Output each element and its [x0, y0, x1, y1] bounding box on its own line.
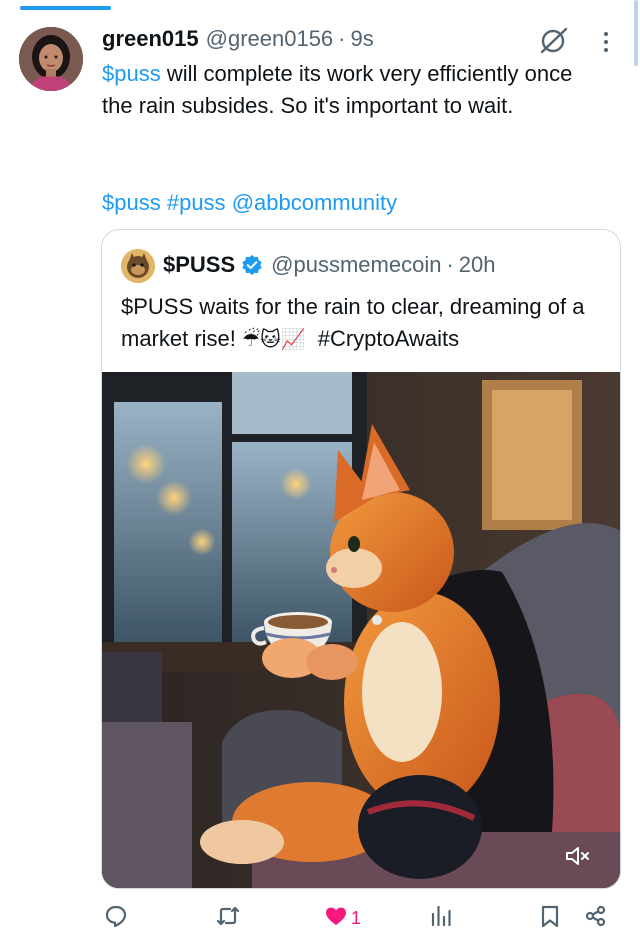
like-count: 1 [351, 907, 362, 928]
cashtag-link[interactable]: $puss [102, 190, 161, 215]
verified-badge-icon [241, 254, 263, 276]
tab-indicator [20, 6, 111, 10]
bookmark-icon [538, 904, 562, 933]
reply-icon [104, 904, 128, 933]
heart-icon [324, 904, 348, 933]
more-vertical-icon[interactable] [596, 30, 616, 54]
share-button[interactable] [584, 900, 608, 936]
quoted-emojis: ☔🐱📈 [242, 327, 306, 351]
post-timestamp[interactable]: 9s [351, 26, 374, 52]
reply-button[interactable] [104, 900, 128, 936]
post-tags: $puss #puss @abbcommunity [102, 187, 397, 219]
grok-icon[interactable] [538, 26, 570, 54]
mute-icon[interactable] [564, 844, 592, 868]
quoted-display-name[interactable]: $PUSS [163, 252, 235, 278]
repost-icon [216, 904, 240, 933]
hashtag-link[interactable]: #puss [167, 190, 226, 215]
quoted-header: $PUSS @pussmemecoin · 20h [163, 250, 496, 280]
separator-dot: · [446, 252, 454, 277]
like-button[interactable]: 1 [324, 900, 361, 936]
post-text: $puss will complete its work very effici… [102, 58, 602, 122]
mention-link[interactable]: @abbcommunity [232, 190, 397, 215]
quoted-handle[interactable]: @pussmemecoin [271, 252, 441, 278]
quoted-timestamp[interactable]: 20h [459, 252, 496, 278]
views-button[interactable] [429, 900, 453, 936]
author-display-name[interactable]: green015 [102, 26, 199, 52]
bookmark-button[interactable] [538, 900, 562, 936]
action-bar: 1 [0, 900, 640, 936]
views-icon [429, 904, 453, 933]
post-header: green015 @green0156 · 9s [102, 26, 374, 56]
avatar[interactable] [19, 27, 83, 91]
scrollbar-thumb[interactable] [634, 0, 638, 66]
separator-dot: · [338, 26, 346, 51]
quoted-avatar[interactable] [121, 249, 155, 283]
cashtag-link[interactable]: $puss [102, 61, 161, 86]
repost-button[interactable] [216, 900, 240, 936]
quoted-video[interactable] [102, 372, 620, 888]
post-body: will complete its work very efficiently … [102, 61, 573, 118]
author-handle[interactable]: @green0156 [206, 26, 334, 52]
hashtag-link[interactable]: #CryptoAwaits [318, 326, 459, 351]
share-icon [584, 904, 608, 933]
quoted-text: $PUSS waits for the rain to clear, dream… [121, 291, 601, 355]
quoted-post[interactable]: $PUSS @pussmemecoin · 20h $PUSS waits fo… [101, 229, 621, 889]
